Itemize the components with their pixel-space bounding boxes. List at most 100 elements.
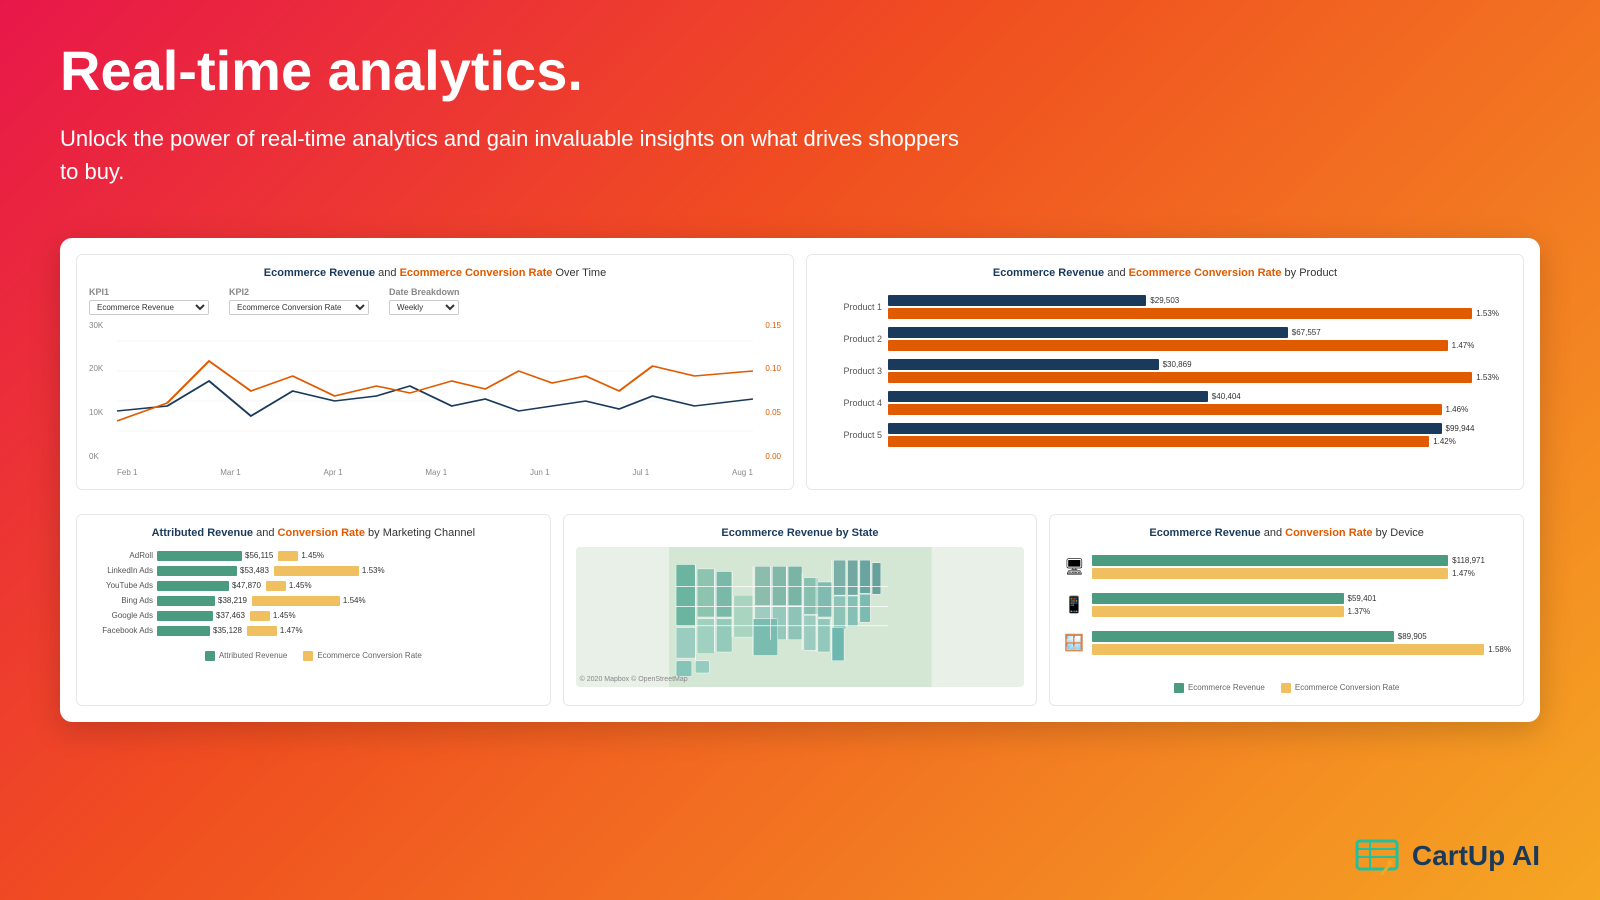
marketing-rev-bar: [157, 626, 210, 636]
product-rev-val: $30,869: [1163, 360, 1192, 369]
marketing-conv-bar: [274, 566, 359, 576]
product-conv-bar: [888, 436, 1429, 447]
y-right-010: 0.10: [765, 364, 781, 373]
device-bar-row: 🪟 $89,905 1.58%: [1062, 631, 1511, 655]
kpi2-label: KPI2: [229, 287, 369, 297]
marketing-conv-val: 1.45%: [301, 551, 324, 560]
marketing-rev-bar: [157, 566, 237, 576]
device-icon: 📱: [1062, 595, 1086, 615]
marketing-bar-row: Bing Ads $38,219 1.54%: [89, 596, 538, 606]
marketing-bar-row: LinkedIn Ads $53,483 1.53%: [89, 566, 538, 576]
product-conv-bar: [888, 372, 1472, 383]
product-title-suffix: by Product: [1285, 267, 1338, 279]
product-rev-val: $29,503: [1150, 296, 1179, 305]
line-chart-svg: [117, 321, 753, 461]
marketing-legend-2: Ecommerce Conversion Rate: [303, 651, 421, 661]
marketing-conv-bar: [250, 611, 270, 621]
date-breakdown-label: Date Breakdown: [389, 287, 460, 297]
map-container: © 2020 Mapbox © OpenStreetMap: [576, 547, 1025, 687]
device-conv-val: 1.47%: [1452, 569, 1475, 578]
device-title-and: and: [1264, 527, 1285, 539]
marketing-conv-bar: [266, 581, 286, 591]
marketing-conv-bar: [278, 551, 298, 561]
y-left-20: 20K: [89, 364, 103, 373]
device-rev-bar: [1092, 593, 1343, 604]
marketing-channel-label: AdRoll: [89, 551, 153, 560]
y-right-005: 0.05: [765, 408, 781, 417]
product-label: Product 5: [827, 430, 882, 440]
device-rev-val: $59,401: [1348, 594, 1377, 603]
marketing-rev-bar: [157, 551, 242, 561]
product-label: Product 2: [827, 334, 882, 344]
product-rev-bar: [888, 295, 1146, 306]
marketing-legend-1: Attributed Revenue: [205, 651, 288, 661]
marketing-conv-val: 1.47%: [280, 626, 303, 635]
marketing-chart-title: Attributed Revenue and Conversion Rate b…: [89, 527, 538, 539]
marketing-bar-row: Facebook Ads $35,128 1.47%: [89, 626, 538, 636]
product-rev-bar: [888, 359, 1159, 370]
x-label-aug: Aug 1: [732, 468, 753, 477]
product-bar-row: Product 2 $67,557 1.47%: [827, 327, 1503, 351]
product-title-and: and: [1107, 267, 1128, 279]
x-label-mar: Mar 1: [220, 468, 240, 477]
kpi1-select[interactable]: Ecommerce Revenue: [89, 300, 209, 315]
marketing-rev-val: $47,870: [232, 581, 261, 590]
date-select[interactable]: Weekly: [389, 300, 459, 315]
device-bar-row: 📱 $59,401 1.37%: [1062, 593, 1511, 617]
marketing-channel-label: LinkedIn Ads: [89, 566, 153, 575]
y-right-0: 0.00: [765, 452, 781, 461]
dashboard-card: Ecommerce Revenue and Ecommerce Conversi…: [60, 238, 1540, 722]
page-title: Real-time analytics.: [60, 40, 1540, 102]
x-label-jun: Jun 1: [530, 468, 550, 477]
product-rev-val: $99,944: [1446, 424, 1475, 433]
product-conv-val: 1.53%: [1476, 309, 1499, 318]
product-rev-bar: [888, 391, 1208, 402]
marketing-title-suffix: by Marketing Channel: [368, 527, 475, 539]
device-conv-bar: [1092, 606, 1343, 617]
marketing-rev-val: $56,115: [245, 551, 273, 560]
device-chart-panel: Ecommerce Revenue and Conversion Rate by…: [1049, 514, 1524, 706]
device-conv-bar: [1092, 568, 1448, 579]
product-rev-val: $40,404: [1212, 392, 1241, 401]
product-bar-row: Product 5 $99,944 1.42%: [827, 423, 1503, 447]
device-rev-val: $89,905: [1398, 632, 1427, 641]
map-chart-panel: Ecommerce Revenue by State: [563, 514, 1038, 706]
product-bar-row: Product 4 $40,404 1.46%: [827, 391, 1503, 415]
device-conv-val: 1.58%: [1488, 645, 1511, 654]
device-icon: 🪟: [1062, 633, 1086, 653]
device-bar-row: 🖥 $118,971 1.47%: [1062, 555, 1511, 579]
marketing-title-b1: Attributed Revenue: [152, 527, 253, 539]
product-conv-val: 1.47%: [1452, 341, 1475, 350]
y-left-0: 0K: [89, 452, 103, 461]
marketing-conv-val: 1.45%: [273, 611, 296, 620]
marketing-bar-row: AdRoll $56,115 1.45%: [89, 551, 538, 561]
x-label-may: May 1: [425, 468, 447, 477]
x-label-jul: Jul 1: [632, 468, 649, 477]
marketing-channel-label: Google Ads: [89, 611, 153, 620]
device-conv-val: 1.37%: [1348, 607, 1371, 616]
marketing-chart-panel: Attributed Revenue and Conversion Rate b…: [76, 514, 551, 706]
marketing-bar-row: YouTube Ads $47,870 1.45%: [89, 581, 538, 591]
us-map-svg: [576, 547, 1025, 687]
marketing-rev-val: $53,483: [240, 566, 269, 575]
device-title-b1: Ecommerce Revenue: [1149, 527, 1260, 539]
marketing-title-and: and: [256, 527, 277, 539]
marketing-conv-bar: [252, 596, 340, 606]
device-icon: 🖥: [1062, 557, 1086, 577]
device-legend-1-label: Ecommerce Revenue: [1188, 683, 1265, 692]
marketing-bar-row: Google Ads $37,463 1.45%: [89, 611, 538, 621]
product-label: Product 1: [827, 302, 882, 312]
line-chart-panel: Ecommerce Revenue and Ecommerce Conversi…: [76, 254, 794, 490]
y-right-015: 0.15: [765, 321, 781, 330]
map-chart-title: Ecommerce Revenue by State: [576, 527, 1025, 539]
line-title-blue: Ecommerce Revenue: [264, 267, 375, 279]
kpi2-select[interactable]: Ecommerce Conversion Rate: [229, 300, 369, 315]
x-label-feb: Feb 1: [117, 468, 137, 477]
line-chart-title: Ecommerce Revenue and Ecommerce Conversi…: [89, 267, 781, 279]
device-rev-bar: [1092, 555, 1448, 566]
y-left-30: 30K: [89, 321, 103, 330]
product-rev-val: $67,557: [1292, 328, 1321, 337]
product-conv-bar: [888, 340, 1448, 351]
marketing-rev-val: $37,463: [216, 611, 245, 620]
map-credit: © 2020 Mapbox © OpenStreetMap: [580, 676, 688, 683]
